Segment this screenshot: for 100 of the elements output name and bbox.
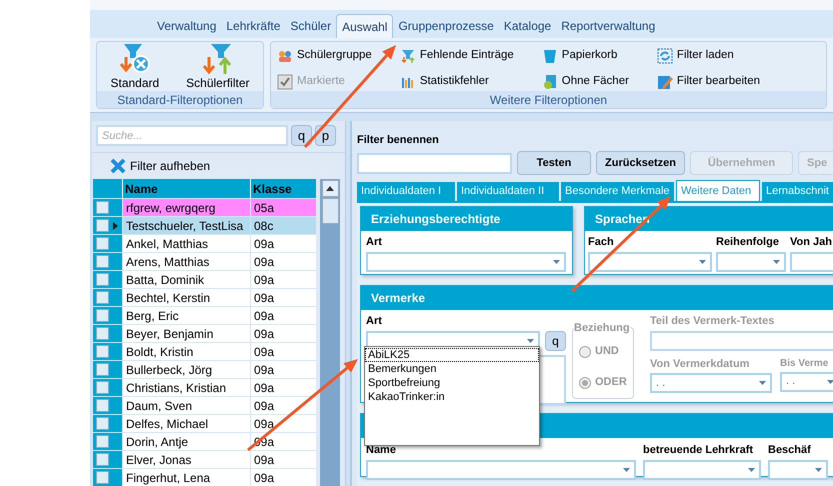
scrollbar-thumb[interactable] (322, 198, 338, 224)
row-checkbox[interactable] (96, 399, 109, 412)
ribbon-tab[interactable]: Auswahl (336, 14, 394, 38)
dropdown-field[interactable] (588, 252, 712, 272)
dropdown-caret-icon (759, 381, 766, 385)
table-row[interactable]: Testschueler, TestLisa 08c (93, 216, 316, 234)
ribbon-button[interactable]: Schülerfilter (186, 43, 250, 90)
table-row[interactable]: Beyer, Benjamin 09a (93, 324, 316, 342)
scroll-up-icon[interactable] (326, 186, 334, 191)
table-row[interactable]: Ankel, Matthias 09a (93, 234, 316, 252)
ribbon-button[interactable]: Statistikfehler (400, 73, 514, 91)
people-icon (277, 48, 293, 64)
pencil-note-icon (656, 74, 673, 90)
row-checkbox[interactable] (96, 345, 109, 358)
ribbon-button[interactable]: Fehlende Einträge (400, 47, 514, 65)
note-text-field[interactable] (650, 330, 833, 350)
dropdown-field[interactable]: . . (780, 372, 833, 392)
ribbon-tab[interactable]: Reportverwaltung (556, 14, 660, 38)
row-checkbox[interactable] (96, 363, 109, 376)
field-label: betreuende Lehrkraft (643, 443, 754, 458)
ribbon-tab[interactable]: Lehrkräfte (221, 14, 286, 38)
ribbon-tab[interactable]: Verwaltung (152, 14, 222, 38)
refresh-icon (656, 48, 673, 64)
field-label: Reihenfolge (716, 235, 780, 250)
ribbon-button[interactable]: Filter laden (656, 47, 760, 65)
row-checkbox[interactable] (96, 471, 109, 484)
filter-name-field[interactable] (357, 152, 512, 174)
dropdown-option[interactable]: Sportbefreiung (365, 376, 539, 390)
field-label: Fach (588, 235, 615, 250)
table-row[interactable]: Boldt, Kristin 09a (93, 342, 316, 360)
row-checkbox[interactable] (96, 219, 109, 232)
dropdown-field[interactable] (366, 460, 636, 480)
dropdown-field[interactable] (716, 252, 786, 272)
dropdown-caret-icon (527, 338, 534, 342)
table-row[interactable]: Bechtel, Kerstin 09a (93, 288, 316, 306)
dropdown-option[interactable]: KakaoTrinker:in (365, 390, 539, 404)
dropdown-caret-icon (815, 468, 822, 472)
field-label: Filter benennen (357, 134, 439, 146)
dropdown-field[interactable] (366, 252, 566, 272)
ribbon-tab[interactable]: Schüler (285, 14, 336, 38)
search-field[interactable]: Suche... (96, 125, 288, 146)
dropdown-caret-icon (827, 380, 833, 384)
dropdown-caret-icon (623, 468, 630, 472)
group-caption: Weitere Filteroptionen (490, 92, 608, 108)
table-row[interactable]: Bullerbeck, Jörg 09a (93, 360, 316, 378)
field-label: Bis Verme (780, 356, 830, 370)
field-label: Art (366, 314, 383, 329)
funnel-arrows-icon (400, 48, 416, 64)
table-row[interactable]: Arens, Matthias 09a (93, 252, 316, 270)
row-checkbox[interactable] (96, 201, 109, 214)
ribbon-tab[interactable]: Gruppenprozesse (393, 14, 499, 38)
group-caption: Standard-Filteroptionen (117, 92, 243, 108)
dropdown-caret-icon (553, 260, 560, 264)
row-checkbox[interactable] (96, 237, 109, 250)
ribbon-button[interactable]: Ohne Fächer (542, 73, 629, 91)
dropdown-field[interactable] (643, 460, 761, 480)
field-label: Von Vermerkdatum (650, 356, 750, 372)
table-row[interactable]: Berg, Eric 09a (93, 306, 316, 324)
table-row[interactable]: Daum, Sven 09a (93, 396, 316, 414)
ribbon-button[interactable]: Schülergruppe (277, 47, 372, 65)
bin-icon (542, 48, 558, 64)
close-icon[interactable] (110, 158, 126, 174)
table-row[interactable]: Delfes, Michael 09a (93, 414, 316, 432)
search-button[interactable]: q (291, 125, 312, 146)
field-label: Von Jah (790, 235, 833, 250)
table-row[interactable]: Christians, Kristian 09a (93, 378, 316, 396)
dropdown-option[interactable]: Bemerkungen (365, 362, 539, 376)
field-label: Name (366, 443, 397, 458)
row-checkbox[interactable] (96, 327, 109, 340)
table-row[interactable]: Elver, Jonas 09a (93, 450, 316, 468)
checkbox-icon (277, 74, 293, 90)
table-row[interactable]: Batta, Dominik 09a (93, 270, 316, 288)
ribbon-button[interactable]: Standard (110, 43, 160, 90)
field-label: Teil des Vermerk-Textes (650, 314, 776, 329)
row-checkbox[interactable] (96, 417, 109, 430)
dropdown-field[interactable] (790, 252, 833, 272)
row-checkbox[interactable] (96, 291, 109, 304)
table-row[interactable]: Fingerhut, Lena 09a (93, 468, 316, 486)
row-checkbox[interactable] (96, 453, 109, 466)
dropdown-field[interactable] (768, 460, 828, 480)
group-label: Beziehung (574, 320, 630, 336)
clear-filter-link[interactable]: Filter aufheben (130, 157, 210, 175)
row-checkbox[interactable] (96, 309, 109, 322)
row-checkbox[interactable] (96, 255, 109, 268)
filter-button[interactable]: Zurücksetzen (596, 151, 685, 175)
dropdown-option[interactable]: AbiLK25 (365, 348, 539, 362)
table-row[interactable]: rfgrew, ewrgqerg 05a (93, 198, 316, 216)
ribbon-button[interactable]: Filter bearbeiten (656, 73, 760, 91)
search-button[interactable]: q (545, 330, 566, 350)
row-checkbox[interactable] (96, 435, 109, 448)
dropdown-field[interactable]: . . (650, 373, 772, 393)
row-checkbox[interactable] (96, 381, 109, 394)
ribbon-button[interactable]: Papierkorb (542, 47, 629, 65)
dropdown-caret-icon (773, 260, 780, 264)
funnel-cross-icon (118, 43, 152, 75)
row-checkbox[interactable] (96, 273, 109, 286)
field-label: Beschäf (768, 443, 812, 458)
scrollbar[interactable] (320, 179, 340, 486)
ribbon-tab[interactable]: Kataloge (498, 14, 556, 38)
filter-button[interactable]: Testen (517, 151, 591, 175)
